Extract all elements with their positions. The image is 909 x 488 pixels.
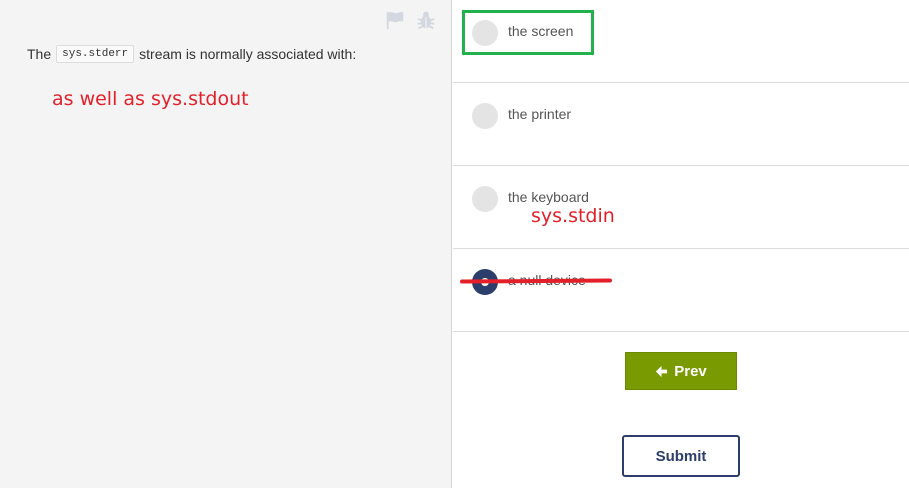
question-text: The sys.stderr stream is normally associ… [27,45,356,63]
answer-label: a null device [508,272,586,288]
answer-label: the keyboard [508,189,589,205]
radio-button[interactable] [472,103,498,129]
arrow-left-icon [656,365,668,377]
answer-label: the printer [508,106,572,122]
answer-option-screen[interactable]: the screen [453,0,909,83]
radio-button-selected[interactable] [472,269,498,295]
submit-button[interactable]: Submit [622,435,740,477]
submit-button-label: Submit [655,447,707,465]
question-code: sys.stderr [56,45,135,63]
answer-option-keyboard[interactable]: the keyboard [453,166,909,249]
question-toolbar [384,9,437,31]
annotation-right-note: sys.stdin [531,205,615,227]
question-suffix: stream is normally associated with: [139,46,357,62]
question-pane: The sys.stderr stream is normally associ… [0,0,452,488]
prev-button-label: Prev [674,362,707,380]
answers-pane: the screen the printer the keyboard a nu… [453,0,909,488]
flag-icon[interactable] [384,9,406,31]
radio-button[interactable] [472,20,498,46]
answer-option-printer[interactable]: the printer [453,83,909,166]
answer-option-null-device[interactable]: a null device [453,249,909,332]
annotation-left-note: as well as sys.stdout [52,88,249,110]
question-prefix: The [27,46,52,62]
prev-button[interactable]: Prev [625,352,737,390]
radio-button[interactable] [472,186,498,212]
answer-label: the screen [508,23,574,39]
bug-icon[interactable] [415,9,437,31]
